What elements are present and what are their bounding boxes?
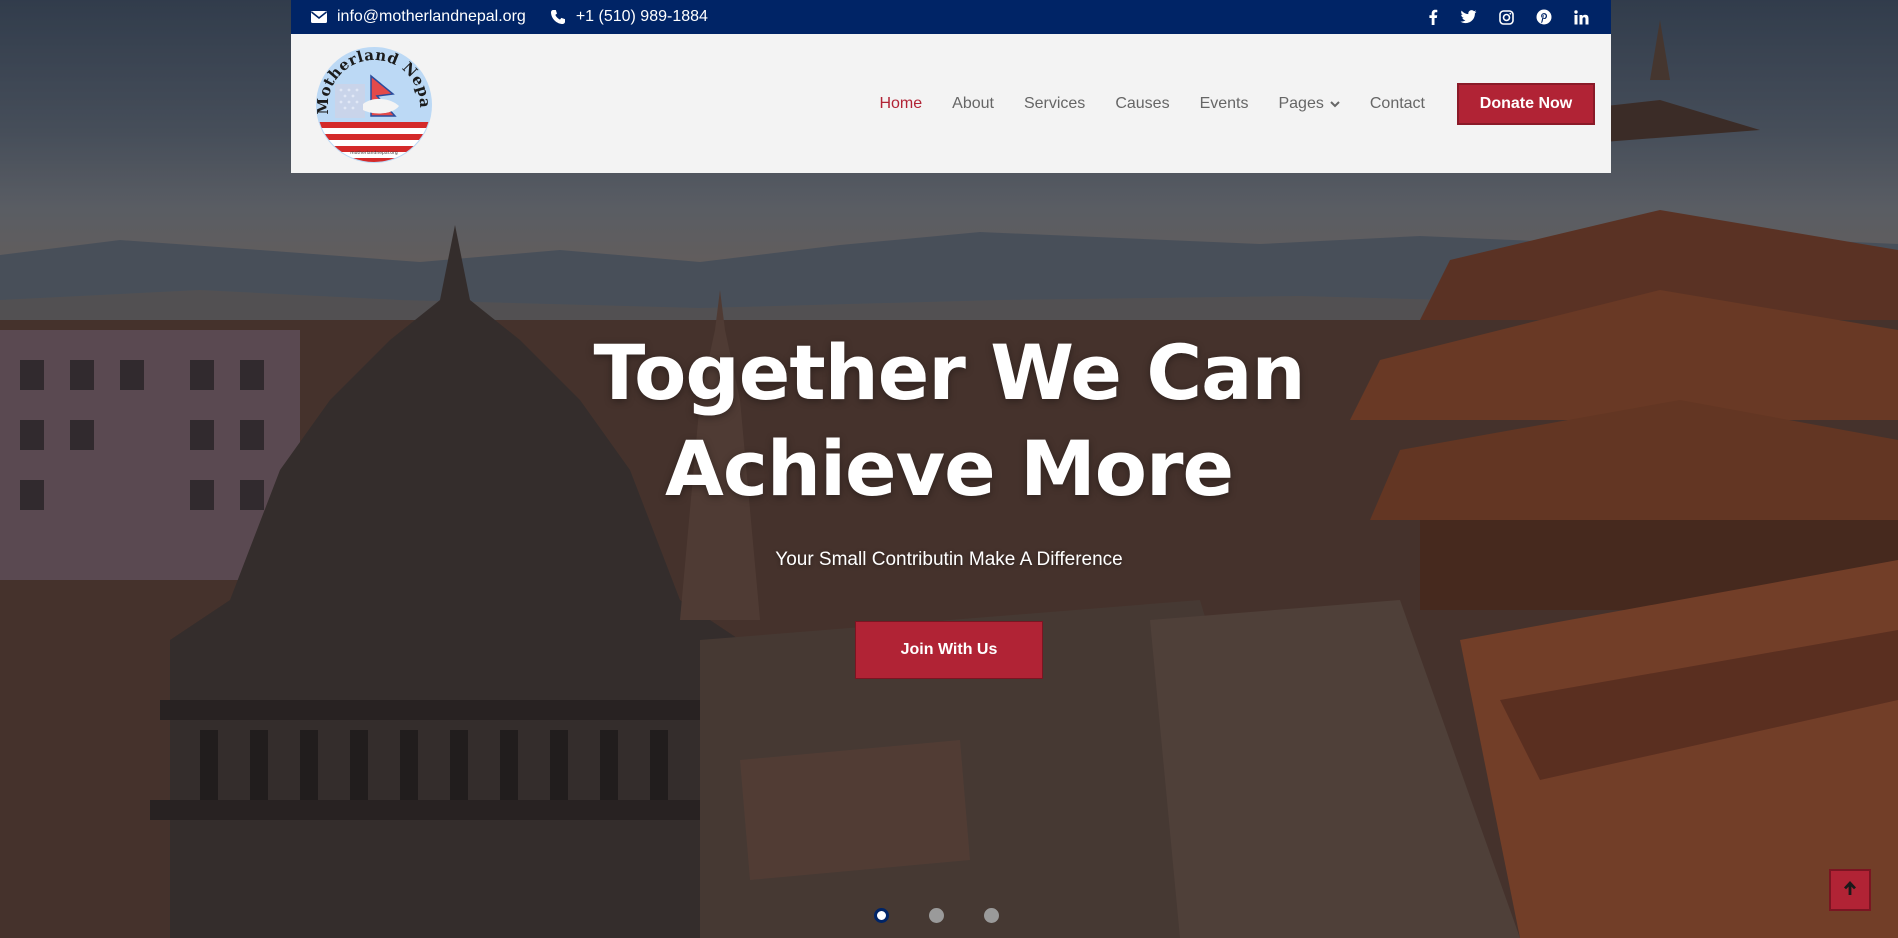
join-with-us-button[interactable]: Join With Us bbox=[855, 621, 1043, 679]
nav-home-label: Home bbox=[879, 94, 923, 112]
arrow-up-icon bbox=[1843, 880, 1857, 901]
instagram-icon[interactable] bbox=[1499, 9, 1514, 25]
nav-services-label: Services bbox=[1023, 94, 1086, 112]
nav-home[interactable]: Home bbox=[879, 95, 922, 113]
chevron-down-icon bbox=[1330, 95, 1340, 113]
nav-causes[interactable]: Causes bbox=[1115, 95, 1169, 113]
slider-dot-3[interactable] bbox=[984, 908, 999, 923]
nav-events-label: Events bbox=[1199, 94, 1249, 112]
top-bar: info@motherlandnepal.org +1 (510) 989-18… bbox=[291, 0, 1611, 34]
donate-button-label: Donate Now bbox=[1479, 94, 1573, 112]
twitter-icon[interactable] bbox=[1460, 10, 1477, 24]
hero-content: Together We Can Achieve More Your Small … bbox=[0, 325, 1898, 679]
nav-about[interactable]: About bbox=[952, 95, 994, 113]
pinterest-icon[interactable] bbox=[1536, 9, 1552, 25]
nav-causes-label: Causes bbox=[1115, 94, 1170, 112]
hero-title-line1: Together We Can bbox=[593, 328, 1305, 417]
main-header: Motherland Nepal motherlandnepal.org Hom… bbox=[291, 30, 1611, 173]
site-logo[interactable]: Motherland Nepal motherlandnepal.org bbox=[310, 30, 435, 166]
envelope-icon bbox=[311, 11, 327, 23]
back-to-top-button[interactable] bbox=[1829, 869, 1871, 911]
nav-events[interactable]: Events bbox=[1200, 95, 1249, 113]
nav-contact-label: Contact bbox=[1369, 94, 1425, 112]
slider-dots bbox=[874, 908, 999, 923]
donate-button[interactable]: Donate Now bbox=[1457, 82, 1595, 125]
nav-pages[interactable]: Pages bbox=[1278, 94, 1340, 113]
contact-info: info@motherlandnepal.org +1 (510) 989-18… bbox=[311, 8, 708, 26]
nav-pages-label: Pages bbox=[1278, 94, 1324, 112]
nav-right: Home About Services Causes Events Pages … bbox=[879, 82, 1595, 125]
phone-contact[interactable]: +1 (510) 989-1884 bbox=[550, 8, 708, 26]
nav-services[interactable]: Services bbox=[1024, 95, 1085, 113]
main-menu: Home About Services Causes Events Pages … bbox=[879, 95, 1425, 113]
phone-text[interactable]: +1 (510) 989-1884 bbox=[576, 8, 708, 26]
slider-dot-2[interactable] bbox=[929, 908, 944, 923]
facebook-icon[interactable] bbox=[1428, 9, 1438, 25]
join-button-label: Join With Us bbox=[900, 641, 998, 658]
nav-contact[interactable]: Contact bbox=[1370, 95, 1425, 113]
linkedin-icon[interactable] bbox=[1574, 9, 1589, 25]
hero-title: Together We Can Achieve More bbox=[0, 325, 1898, 517]
logo-url-text: motherlandnepal.org bbox=[350, 150, 398, 156]
social-links bbox=[1428, 9, 1591, 25]
email-contact[interactable]: info@motherlandnepal.org bbox=[311, 8, 526, 26]
hero-subtitle: Your Small Contributin Make A Difference bbox=[775, 549, 1123, 570]
phone-icon bbox=[550, 9, 566, 25]
email-text[interactable]: info@motherlandnepal.org bbox=[337, 8, 526, 26]
hero-title-line2: Achieve More bbox=[665, 424, 1234, 513]
nav-about-label: About bbox=[952, 94, 994, 112]
slider-dot-1[interactable] bbox=[874, 908, 889, 923]
